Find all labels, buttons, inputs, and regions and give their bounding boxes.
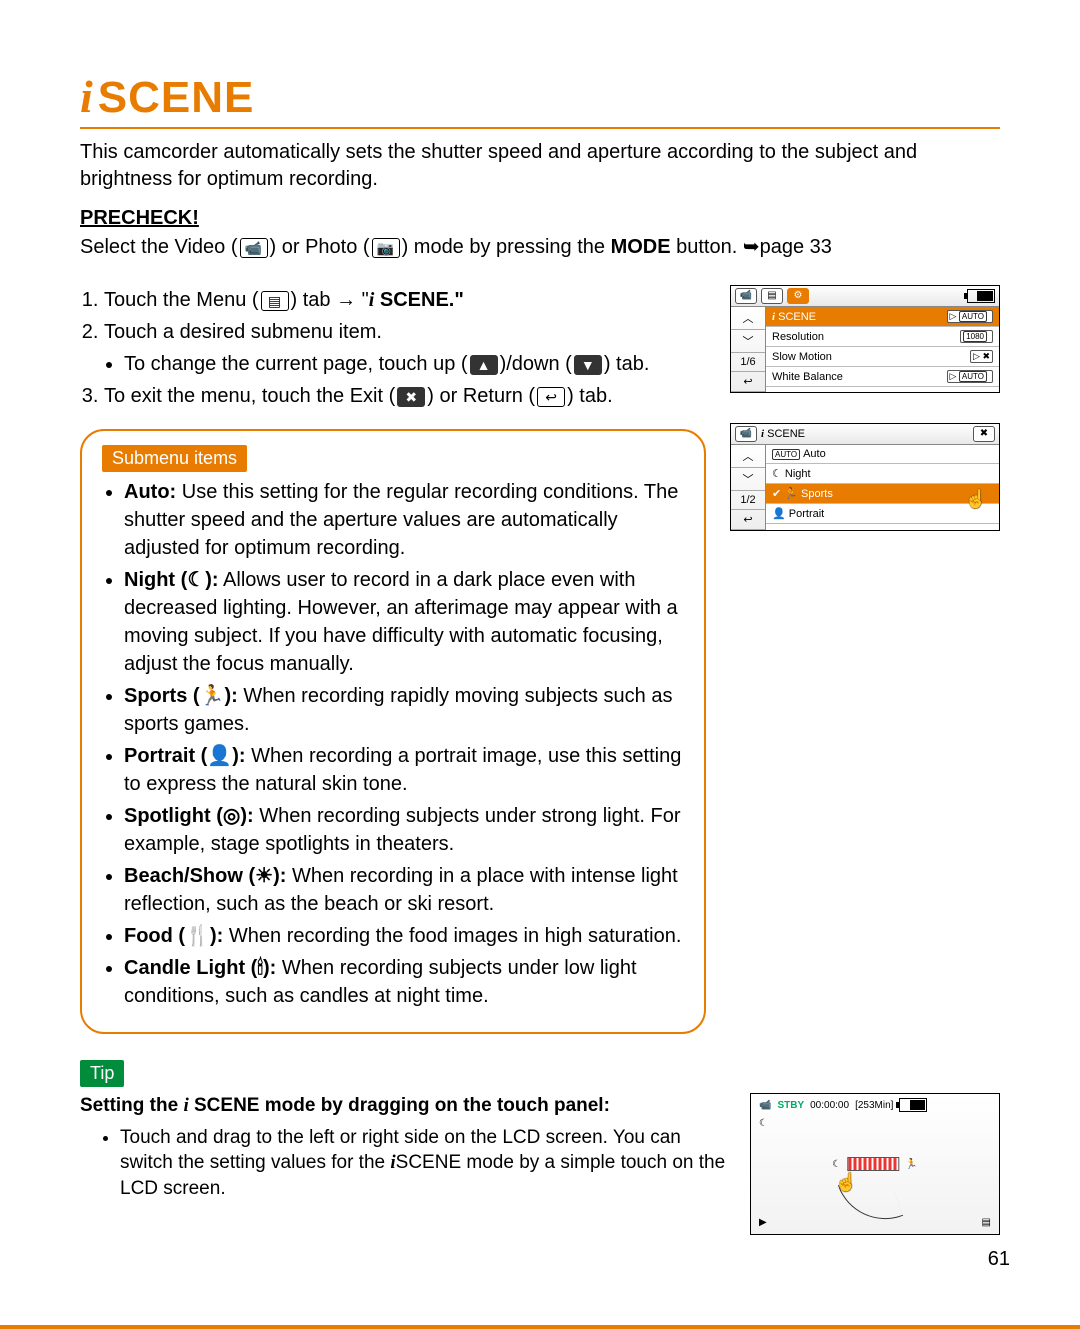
up-button[interactable]: ︿ xyxy=(731,445,765,468)
page-number: 61 xyxy=(988,1248,1010,1271)
video-icon: 📹 xyxy=(735,426,757,442)
page-indicator: 1/2 xyxy=(731,491,765,510)
tip-heading: Setting the i SCENE mode by dragging on … xyxy=(80,1093,732,1119)
menu-row-slowmotion[interactable]: Slow Motion▷ ✖ xyxy=(766,347,999,367)
close-button[interactable]: ✖ xyxy=(973,426,995,442)
sports-icon: 🏃 xyxy=(905,1159,917,1170)
submenu-heading: Submenu items xyxy=(102,445,247,472)
menu-button[interactable]: ▤ xyxy=(982,1217,991,1228)
up-button[interactable]: ︿ xyxy=(731,307,765,330)
night-icon: ☾ xyxy=(832,1159,841,1170)
tip-label: Tip xyxy=(80,1060,124,1087)
precheck-heading: PRECHECK! xyxy=(80,207,1000,230)
step-3: To exit the menu, touch the Exit (✖) or … xyxy=(104,381,706,411)
touch-hand-icon: ☝ xyxy=(965,489,987,510)
touch-hand-icon: ☝ xyxy=(835,1172,857,1193)
photo-icon: 📷 xyxy=(372,238,400,258)
title-text: SCENE xyxy=(98,73,255,123)
submenu-box: Submenu items Auto: Use this setting for… xyxy=(80,429,706,1034)
page-indicator: 1/6 xyxy=(731,353,765,372)
menu-icon: ▤ xyxy=(261,291,289,311)
time-counter: 00:00:00 xyxy=(810,1100,849,1111)
video-icon: 📹 xyxy=(759,1100,771,1111)
lcd-screen-menu: 📹 ▤ ⚙ ︿ ﹀ 1/6 ↩ i SCENE▷ AUTO Reso xyxy=(730,285,1000,393)
down-button[interactable]: ﹀ xyxy=(731,468,765,491)
play-button[interactable]: ▶ xyxy=(759,1217,767,1228)
menu-row-iscene[interactable]: i SCENE▷ AUTO xyxy=(766,307,999,327)
menu-row-whitebalance[interactable]: White Balance▷ AUTO xyxy=(766,367,999,387)
lcd-screen-iscene: 📹 i SCENE ✖ ︿ ﹀ 1/2 ↩ AUTOAuto ☾ Night xyxy=(730,423,1000,531)
option-auto[interactable]: AUTOAuto xyxy=(766,445,999,464)
step-1: Touch the Menu (▤) tab → "i SCENE." xyxy=(104,285,706,315)
down-icon: ▼ xyxy=(574,355,602,375)
step-2: Touch a desired submenu item. To change … xyxy=(104,317,706,379)
night-icon: ☾ xyxy=(759,1118,768,1129)
precheck-text: Select the Video (📹) or Photo (📷) mode b… xyxy=(80,234,1000,259)
tip-body: Touch and drag to the left or right side… xyxy=(120,1125,732,1202)
return-button[interactable]: ↩ xyxy=(731,372,765,392)
intro-text: This camcorder automatically sets the sh… xyxy=(80,139,1000,193)
option-night[interactable]: ☾ Night xyxy=(766,464,999,484)
return-button[interactable]: ↩ xyxy=(731,510,765,530)
battery-icon xyxy=(899,1098,927,1112)
stby-indicator: STBY xyxy=(777,1100,804,1111)
menu-row-resolution[interactable]: Resolution1080 xyxy=(766,327,999,347)
lcd-screen-live: 📹 STBY 00:00:00 [253Min] ☾ ☾ 🏃 ☝ xyxy=(750,1093,1000,1235)
step-2-sub: To change the current page, touch up (▲)… xyxy=(124,349,706,379)
page-title: iSCENE xyxy=(80,70,1000,129)
battery-icon xyxy=(967,289,995,303)
progress-bar xyxy=(847,1157,899,1171)
down-button[interactable]: ﹀ xyxy=(731,330,765,353)
settings-tab[interactable]: ⚙ xyxy=(787,288,809,304)
i-icon: i xyxy=(80,70,94,123)
exit-icon: ✖ xyxy=(397,387,425,407)
video-icon: 📹 xyxy=(240,238,268,258)
return-icon: ↩ xyxy=(537,387,565,407)
remain-time: [253Min] xyxy=(855,1100,893,1111)
up-icon: ▲ xyxy=(470,355,498,375)
video-icon: 📹 xyxy=(735,288,757,304)
steps-list: Touch the Menu (▤) tab → "i SCENE." Touc… xyxy=(80,285,706,411)
menu-tab[interactable]: ▤ xyxy=(761,288,783,304)
